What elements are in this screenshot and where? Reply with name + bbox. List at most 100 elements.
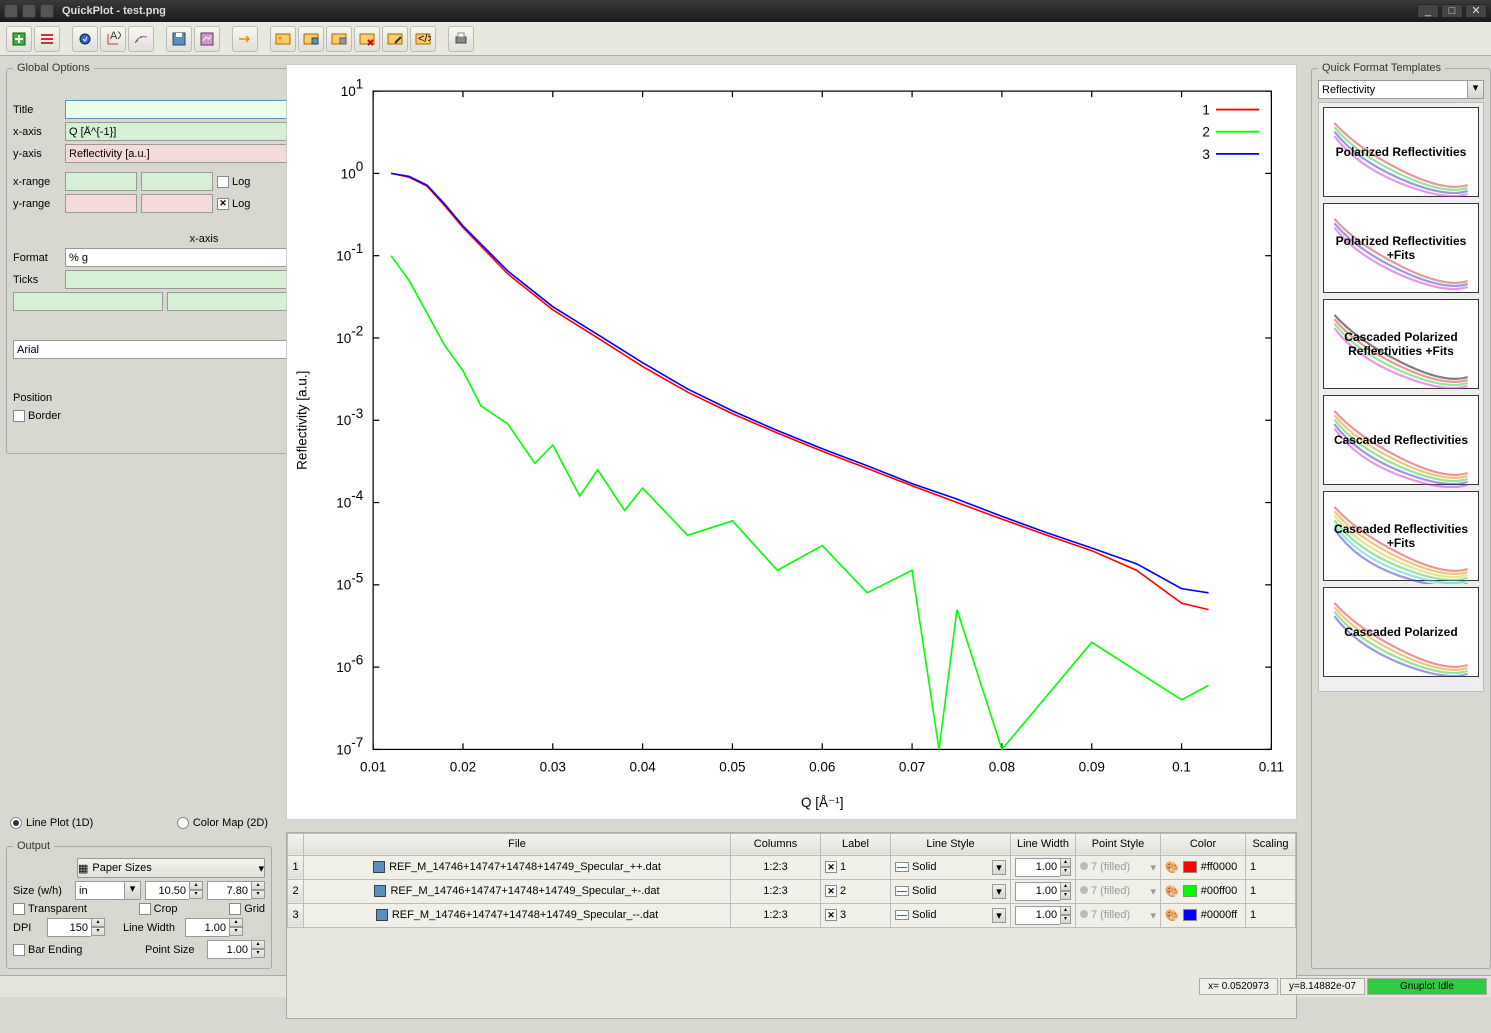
template-item[interactable]: Polarized Reflectivities: [1323, 107, 1479, 197]
export-clipboard-button[interactable]: [326, 26, 352, 52]
label-header[interactable]: Label: [821, 833, 891, 855]
scaling-header[interactable]: Scaling: [1246, 833, 1296, 855]
linewidth-spinner[interactable]: ▴▾: [185, 918, 243, 937]
linestyle-cell[interactable]: Solid▾: [891, 903, 1011, 927]
xaxis-label: x-axis: [13, 126, 61, 138]
save-style-button[interactable]: [194, 26, 220, 52]
ylog-checkbox[interactable]: Log: [217, 198, 250, 210]
xextra1-input[interactable]: [13, 292, 163, 311]
template-item[interactable]: Cascaded Reflectivities +Fits: [1323, 491, 1479, 581]
xrange-max-input[interactable]: [141, 172, 213, 191]
file-cell[interactable]: REF_M_14746+14747+14748+14749_Specular_+…: [308, 885, 726, 897]
export-delete-button[interactable]: [354, 26, 380, 52]
yrange-max-input[interactable]: [141, 194, 213, 213]
hlines-button[interactable]: [34, 26, 60, 52]
columns-header[interactable]: Columns: [731, 833, 821, 855]
export-edit-button[interactable]: [382, 26, 408, 52]
template-item[interactable]: Cascaded Polarized Reflectivities +Fits: [1323, 299, 1479, 389]
minimize-button[interactable]: _: [1417, 4, 1439, 18]
columns-cell[interactable]: 1:2:3: [731, 903, 821, 927]
dpi-label: DPI: [13, 922, 43, 934]
template-item[interactable]: Cascaded Polarized: [1323, 587, 1479, 677]
svg-text:0.06: 0.06: [809, 760, 835, 775]
print-button[interactable]: [448, 26, 474, 52]
template-item[interactable]: Cascaded Reflectivities: [1323, 395, 1479, 485]
columns-cell[interactable]: 1:2:3: [731, 855, 821, 879]
refresh-button[interactable]: [72, 26, 98, 52]
file-icon: [373, 861, 385, 873]
template-list[interactable]: Polarized ReflectivitiesPolarized Reflec…: [1318, 102, 1484, 692]
linewidth-cell[interactable]: ▴▾: [1011, 879, 1076, 903]
lineplot-radio[interactable]: Line Plot (1D): [10, 817, 93, 829]
scaling-cell[interactable]: 1: [1246, 903, 1296, 927]
label-cell[interactable]: 3: [821, 903, 891, 927]
close-button[interactable]: ✕: [1465, 4, 1487, 18]
xlog-checkbox[interactable]: Log: [217, 176, 250, 188]
save-button[interactable]: [166, 26, 192, 52]
scaling-cell[interactable]: 1: [1246, 879, 1296, 903]
export-image-button[interactable]: [270, 26, 296, 52]
dpi-spinner[interactable]: ▴▾: [47, 918, 105, 937]
export-code-button[interactable]: </>: [410, 26, 436, 52]
chart-canvas[interactable]: 10110010-110-210-310-410-510-610-70.010.…: [286, 64, 1297, 820]
rownum-header: [288, 833, 304, 855]
size-unit-input[interactable]: [75, 881, 124, 900]
template-select[interactable]: [1318, 80, 1467, 99]
svg-text:10-5: 10-5: [336, 570, 363, 592]
pointsize-spinner[interactable]: ▴▾: [207, 940, 265, 959]
barending-checkbox[interactable]: Bar Ending: [13, 944, 82, 956]
color-cell[interactable]: 🎨#00ff00: [1161, 879, 1246, 903]
pointstyle-header[interactable]: Point Style: [1076, 833, 1161, 855]
columns-cell[interactable]: 1:2:3: [731, 879, 821, 903]
maximize-button[interactable]: □: [1441, 4, 1463, 18]
table-row[interactable]: 3 REF_M_14746+14747+14748+14749_Specular…: [288, 903, 1296, 927]
transparent-checkbox[interactable]: Transparent: [13, 903, 87, 915]
pointstyle-cell[interactable]: 7 (filled) ▾: [1076, 879, 1161, 903]
paper-sizes-button[interactable]: ▦Paper Sizes▾: [77, 858, 265, 878]
linestyle-cell[interactable]: Solid▾: [891, 855, 1011, 879]
pointstyle-cell[interactable]: 7 (filled) ▾: [1076, 855, 1161, 879]
scaling-cell[interactable]: 1: [1246, 855, 1296, 879]
linewidth-cell[interactable]: ▴▾: [1011, 903, 1076, 927]
label-cell[interactable]: 2: [821, 879, 891, 903]
quick-templates-legend: Quick Format Templates: [1318, 62, 1445, 74]
size-h-spinner[interactable]: ▴▾: [207, 881, 265, 900]
border-checkbox[interactable]: Border: [13, 410, 61, 422]
color-header[interactable]: Color: [1161, 833, 1246, 855]
xrange-label: x-range: [13, 176, 61, 188]
yrange-min-input[interactable]: [65, 194, 137, 213]
table-row[interactable]: 1 REF_M_14746+14747+14748+14749_Specular…: [288, 855, 1296, 879]
color-cell[interactable]: 🎨#0000ff: [1161, 903, 1246, 927]
svg-text:100: 100: [341, 159, 364, 181]
linewidth-header[interactable]: Line Width: [1011, 833, 1076, 855]
linestyle-cell[interactable]: Solid▾: [891, 879, 1011, 903]
file-icon: [376, 909, 388, 921]
linewidth-cell[interactable]: ▴▾: [1011, 855, 1076, 879]
pointstyle-cell[interactable]: 7 (filled) ▾: [1076, 903, 1161, 927]
color-cell[interactable]: 🎨#ff0000: [1161, 855, 1246, 879]
crop-checkbox[interactable]: Crop: [139, 903, 178, 915]
file-cell[interactable]: REF_M_14746+14747+14748+14749_Specular_+…: [308, 861, 726, 873]
template-item[interactable]: Polarized Reflectivities +Fits: [1323, 203, 1479, 293]
file-cell[interactable]: REF_M_14746+14747+14748+14749_Specular_-…: [308, 909, 726, 921]
colormap-radio[interactable]: Color Map (2D): [177, 817, 268, 829]
size-w-spinner[interactable]: ▴▾: [145, 881, 203, 900]
label-cell[interactable]: 1: [821, 855, 891, 879]
grid-checkbox[interactable]: Grid: [229, 903, 265, 915]
shade-icon[interactable]: [40, 4, 54, 18]
export-save-button[interactable]: [298, 26, 324, 52]
svg-text:10-1: 10-1: [336, 241, 363, 263]
restore-down-icon[interactable]: [22, 4, 36, 18]
linestyle-header[interactable]: Line Style: [891, 833, 1011, 855]
svg-text:10-3: 10-3: [336, 406, 363, 428]
fit-button[interactable]: [128, 26, 154, 52]
file-header[interactable]: File: [304, 833, 731, 855]
svg-text:0.09: 0.09: [1079, 760, 1105, 775]
export-button[interactable]: [232, 26, 258, 52]
table-row[interactable]: 2 REF_M_14746+14747+14748+14749_Specular…: [288, 879, 1296, 903]
axes-button[interactable]: AXES: [100, 26, 126, 52]
new-plot-button[interactable]: [6, 26, 32, 52]
xrange-min-input[interactable]: [65, 172, 137, 191]
xformat-input[interactable]: [65, 248, 304, 267]
row-index: 2: [288, 879, 304, 903]
